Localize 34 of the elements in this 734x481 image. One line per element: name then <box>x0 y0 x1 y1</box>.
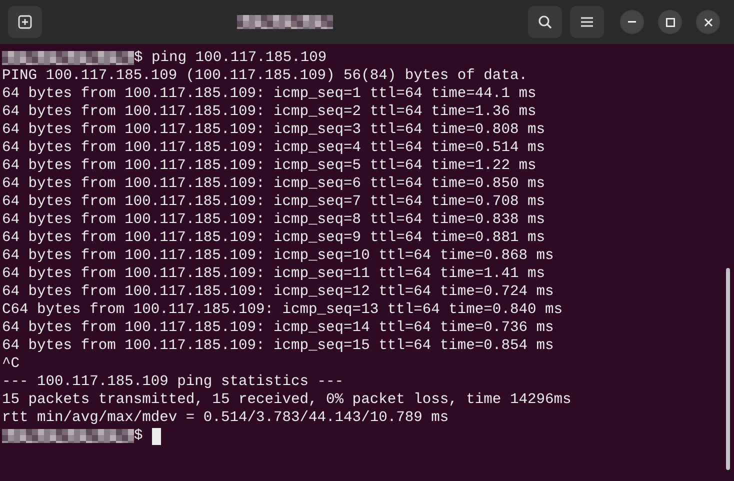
menu-button[interactable] <box>570 6 604 38</box>
close-button[interactable] <box>696 10 720 34</box>
output-line: rtt min/avg/max/mdev = 0.514/3.783/44.143/10.789 ms <box>2 409 449 427</box>
output-line: 64 bytes from 100.117.185.109: icmp_seq=3 ttl=64 time=0.808 ms <box>2 121 545 139</box>
command-text: $ <box>134 427 143 445</box>
output-line: 64 bytes from 100.117.185.109: icmp_seq=4 ttl=64 time=0.514 ms <box>2 139 545 157</box>
output-line: 64 bytes from 100.117.185.109: icmp_seq=12 ttl=64 time=0.724 ms <box>2 283 554 301</box>
new-tab-icon <box>17 14 33 30</box>
output-line: ^C <box>2 355 20 373</box>
new-tab-button[interactable] <box>8 6 42 38</box>
output-line: PING 100.117.185.109 (100.117.185.109) 56(84) bytes of data. <box>2 67 528 85</box>
search-button[interactable] <box>528 6 562 38</box>
output-line: 64 bytes from 100.117.185.109: icmp_seq=15 ttl=64 time=0.854 ms <box>2 337 554 355</box>
output-line: 15 packets transmitted, 15 received, 0% packet loss, time 14296ms <box>2 391 572 409</box>
output-line: 64 bytes from 100.117.185.109: icmp_seq=5 ttl=64 time=1.22 ms <box>2 157 536 175</box>
menu-icon <box>580 16 594 28</box>
search-icon <box>537 14 553 30</box>
maximize-button[interactable] <box>658 10 682 34</box>
output-line: --- 100.117.185.109 ping statistics --- <box>2 373 344 391</box>
output-line: 64 bytes from 100.117.185.109: icmp_seq=11 ttl=64 time=1.41 ms <box>2 265 545 283</box>
minimize-button[interactable] <box>620 10 644 34</box>
output-line: 64 bytes from 100.117.185.109: icmp_seq=10 ttl=64 time=0.868 ms <box>2 247 554 265</box>
output-line: 64 bytes from 100.117.185.109: icmp_seq=1 ttl=64 time=44.1 ms <box>2 85 536 103</box>
output-line: 64 bytes from 100.117.185.109: icmp_seq=14 ttl=64 time=0.736 ms <box>2 319 554 337</box>
close-icon <box>704 18 712 26</box>
output-line: 64 bytes from 100.117.185.109: icmp_seq=8 ttl=64 time=0.838 ms <box>2 211 545 229</box>
output-line: 64 bytes from 100.117.185.109: icmp_seq=9 ttl=64 time=0.881 ms <box>2 229 545 247</box>
maximize-icon <box>666 18 674 26</box>
output-line: 64 bytes from 100.117.185.109: icmp_seq=6 ttl=64 time=0.850 ms <box>2 175 545 193</box>
output-line: 64 bytes from 100.117.185.109: icmp_seq=2 ttl=64 time=1.36 ms <box>2 103 536 121</box>
output-line: C64 bytes from 100.117.185.109: icmp_seq=13 ttl=64 time=0.840 ms <box>2 301 562 319</box>
command-text: $ ping 100.117.185.109 <box>134 49 327 67</box>
output-line: 64 bytes from 100.117.185.109: icmp_seq=7 ttl=64 time=0.708 ms <box>2 193 545 211</box>
minimize-icon <box>628 21 636 23</box>
